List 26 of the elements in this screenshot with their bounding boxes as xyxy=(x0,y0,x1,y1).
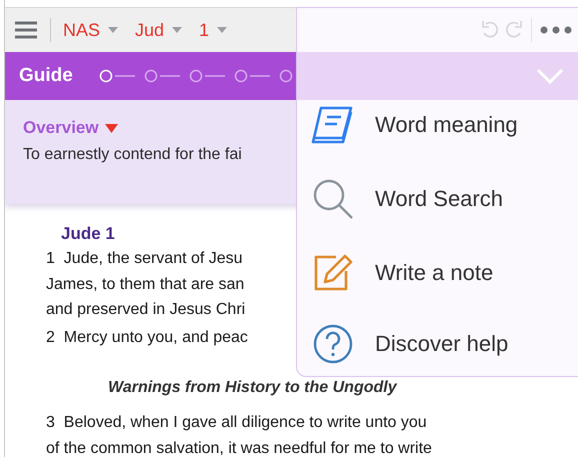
selector-dropdown[interactable]: NAS xyxy=(63,20,118,40)
caret-icon xyxy=(108,27,118,33)
overview-text: To earnestly contend for the fai xyxy=(23,146,243,164)
caret-icon xyxy=(104,124,118,132)
guide-title: Guide xyxy=(19,65,73,87)
menu-item[interactable]: Word Search xyxy=(297,168,578,230)
selector-dropdown[interactable]: Jud xyxy=(135,20,182,40)
undo-icon[interactable] xyxy=(481,20,499,40)
chevron-down-icon[interactable] xyxy=(536,68,564,84)
verse-text: 2 Mercy unto you, and peac xyxy=(46,328,248,348)
menu-item[interactable]: Discover help xyxy=(297,316,578,372)
chapter-heading: Jude 1 xyxy=(61,224,116,244)
search-icon xyxy=(311,178,355,220)
book-icon xyxy=(311,105,355,145)
help-icon xyxy=(311,324,355,364)
redo-icon[interactable] xyxy=(505,20,523,40)
selector-dropdown[interactable]: 1 xyxy=(199,20,228,40)
verse-text: 3 Beloved, when I gave all diligence to write unto you of the common salvation, it was needful for me to write xyxy=(46,413,432,457)
verse-text: 1 Jude, the servant of Jesu James, to them that are san and preserved in Jesus Chri xyxy=(46,249,246,320)
section-heading: Warnings from History to the Ungodly xyxy=(108,379,397,397)
menu-item[interactable]: Write a note xyxy=(297,242,578,304)
menu-icon[interactable] xyxy=(14,21,38,39)
more-icon[interactable] xyxy=(540,26,572,34)
caret-icon xyxy=(172,27,182,33)
caret-icon xyxy=(217,27,228,33)
menu-item[interactable]: Word meaning xyxy=(297,94,578,156)
